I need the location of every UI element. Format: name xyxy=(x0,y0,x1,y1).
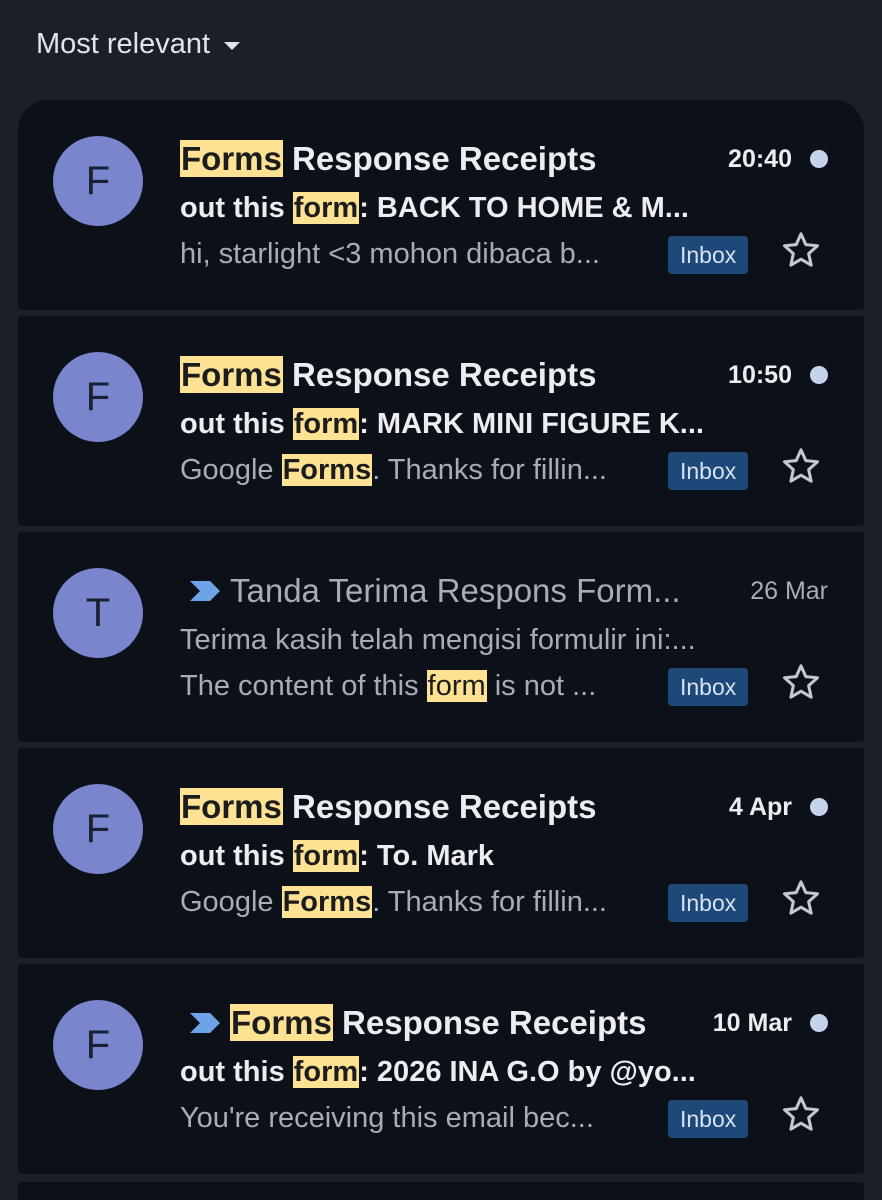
sender-avatar: F xyxy=(53,136,143,226)
star-icon[interactable] xyxy=(778,443,824,489)
search-highlight: Forms xyxy=(180,140,283,177)
star-icon[interactable] xyxy=(778,1091,824,1137)
email-subject: Terima kasih telah mengisi formulir ini:… xyxy=(180,620,764,660)
sender-avatar: T xyxy=(53,568,143,658)
dropdown-caret-icon xyxy=(224,41,241,50)
email-date: 10 Mar xyxy=(712,1008,792,1037)
search-highlight: form xyxy=(426,670,487,702)
unread-dot-icon xyxy=(810,150,828,168)
email-row[interactable]: F Forms Response Receipts 10 Mar out thi… xyxy=(18,964,864,1174)
search-highlight: Forms xyxy=(230,1004,333,1041)
subject-text: Terima kasih telah mengisi formulir ini:… xyxy=(180,624,696,656)
sender-avatar: F xyxy=(53,784,143,874)
search-highlight: form xyxy=(292,840,360,872)
inbox-label: Inbox xyxy=(668,884,749,922)
email-subject: out this form: BACK TO HOME & M... xyxy=(180,188,764,228)
subject-text: out this xyxy=(180,1056,293,1088)
importance-marker-icon xyxy=(190,1013,220,1033)
email-snippet: The content of this form is not ... xyxy=(180,666,660,706)
subject-text: : To. Mark xyxy=(359,840,495,872)
email-date: 20:40 xyxy=(728,144,792,173)
sender-name: Tanda Terima Respons Form... xyxy=(180,572,740,610)
subject-text: out this xyxy=(180,408,293,440)
unread-dot-icon xyxy=(810,798,828,816)
email-snippet: Google Forms. Thanks for fillin... xyxy=(180,882,660,922)
inbox-label: Inbox xyxy=(668,668,749,706)
inbox-label: Inbox xyxy=(668,452,749,490)
email-row[interactable]: F Forms Response Receipts 4 Apr out this… xyxy=(18,748,864,958)
sender-name: Forms Response Receipts xyxy=(180,356,718,394)
subject-text: : 2026 INA G.O by @yo... xyxy=(359,1056,696,1088)
search-highlight: form xyxy=(292,408,360,440)
email-row-partial[interactable] xyxy=(18,1182,864,1200)
snippet-text: . Thanks for fillin... xyxy=(372,454,607,486)
search-highlight: form xyxy=(292,192,360,224)
sender-avatar: F xyxy=(53,352,143,442)
sender-name: Forms Response Receipts xyxy=(180,140,718,178)
snippet-text: The content of this xyxy=(180,670,427,702)
search-highlight: Forms xyxy=(281,454,373,486)
snippet-text: is not ... xyxy=(486,670,597,702)
inbox-label: Inbox xyxy=(668,1100,749,1138)
subject-text: out this xyxy=(180,840,293,872)
email-snippet: Google Forms. Thanks for fillin... xyxy=(180,450,660,490)
email-snippet: You're receiving this email bec... xyxy=(180,1098,660,1138)
sender-name: Forms Response Receipts xyxy=(180,788,719,826)
email-row[interactable]: T Tanda Terima Respons Form... 26 Mar Te… xyxy=(18,532,864,742)
snippet-text: . Thanks for fillin... xyxy=(372,886,607,918)
email-subject: out this form: 2026 INA G.O by @yo... xyxy=(180,1052,764,1092)
snippet-text: Google xyxy=(180,886,282,918)
snippet-text: Google xyxy=(180,454,282,486)
sender-text: Response Receipts xyxy=(282,140,597,177)
email-subject: out this form: MARK MINI FIGURE K... xyxy=(180,404,764,444)
email-snippet: hi, starlight <3 mohon dibaca b... xyxy=(180,234,660,274)
search-highlight: Forms xyxy=(281,886,373,918)
search-highlight: Forms xyxy=(180,356,283,393)
subject-text: : MARK MINI FIGURE K... xyxy=(359,408,704,440)
email-date: 26 Mar xyxy=(750,576,828,605)
email-row[interactable]: F Forms Response Receipts 20:40 out this… xyxy=(18,100,864,310)
sender-text: Response Receipts xyxy=(282,356,597,393)
sender-text: Response Receipts xyxy=(282,788,597,825)
sender-name: Forms Response Receipts xyxy=(180,1004,703,1042)
sender-avatar: F xyxy=(53,1000,143,1090)
sender-text: Response Receipts xyxy=(332,1004,647,1041)
search-highlight: Forms xyxy=(180,788,283,825)
unread-dot-icon xyxy=(810,366,828,384)
subject-text: : BACK TO HOME & M... xyxy=(359,192,689,224)
star-icon[interactable] xyxy=(778,227,824,273)
sender-text: Tanda Terima Respons Form... xyxy=(230,572,681,609)
star-icon[interactable] xyxy=(778,875,824,921)
unread-dot-icon xyxy=(810,1014,828,1032)
importance-marker-icon xyxy=(190,581,220,601)
inbox-label: Inbox xyxy=(668,236,749,274)
email-row[interactable]: F Forms Response Receipts 10:50 out this… xyxy=(18,316,864,526)
email-date: 10:50 xyxy=(728,360,792,389)
email-list: F Forms Response Receipts 20:40 out this… xyxy=(18,100,864,1180)
star-icon[interactable] xyxy=(778,659,824,705)
snippet-text: You're receiving this email bec... xyxy=(180,1102,594,1134)
sort-label: Most relevant xyxy=(36,27,211,60)
snippet-text: hi, starlight <3 mohon dibaca b... xyxy=(180,238,600,270)
email-subject: out this form: To. Mark xyxy=(180,836,764,876)
subject-text: out this xyxy=(180,192,293,224)
email-date: 4 Apr xyxy=(729,792,792,821)
search-highlight: form xyxy=(292,1056,360,1088)
sort-dropdown[interactable]: Most relevant xyxy=(36,24,241,64)
